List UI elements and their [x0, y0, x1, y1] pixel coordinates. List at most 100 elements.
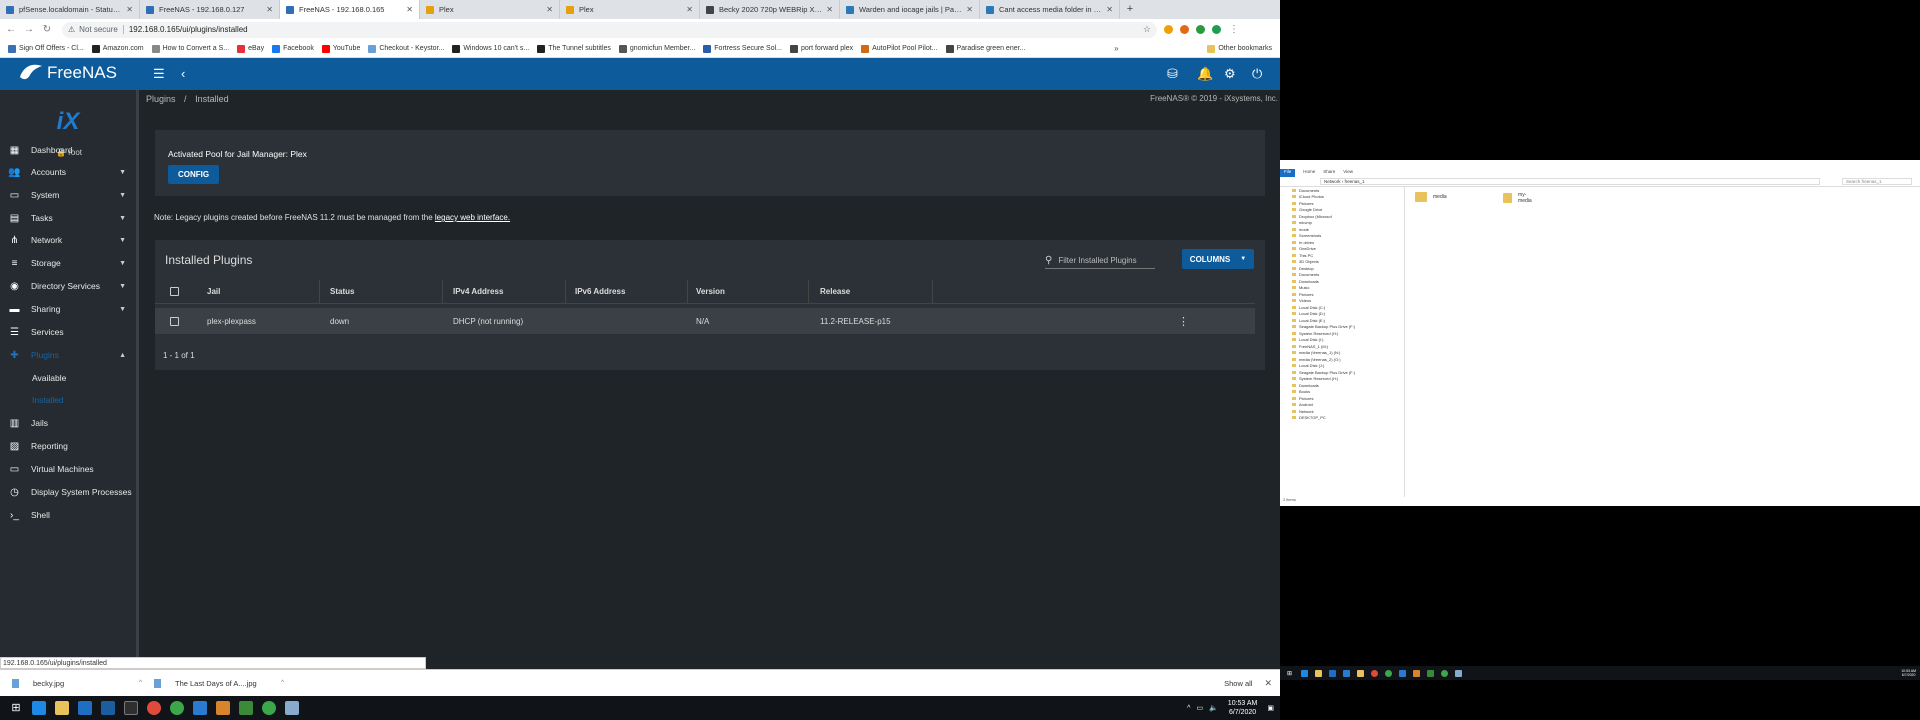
legacy-web-interface-link[interactable]: legacy web interface. [435, 213, 510, 222]
network-icon[interactable]: ▭ [1196, 704, 1203, 712]
sidebar-item-tasks[interactable]: ▤ Tasks ▼ [0, 208, 136, 228]
reload-icon[interactable]: ↻ [40, 24, 54, 35]
ribbon-tab[interactable]: Home [1303, 169, 1315, 177]
folder-item[interactable]: my-media [1503, 192, 1535, 204]
app-icon[interactable] [285, 701, 299, 715]
column-header[interactable]: Version [696, 280, 725, 303]
bookmark-item[interactable]: Checkout - Keystor... [368, 44, 444, 53]
extension-icon[interactable] [1164, 25, 1173, 34]
show-all-downloads-button[interactable]: Show all [1224, 679, 1252, 688]
bookmark-item[interactable]: How to Convert a S... [151, 44, 229, 53]
close-tab-icon[interactable]: ✕ [126, 5, 133, 14]
hamburger-menu-icon[interactable]: ☰ [153, 66, 165, 82]
bookmark-item[interactable]: Fortress Secure Sol... [703, 44, 782, 53]
sidebar-item-sharing[interactable]: ▬ Sharing ▼ [0, 299, 136, 319]
other-bookmarks[interactable]: Other bookmarks [1207, 44, 1272, 53]
freenas-logo[interactable]: FreeNAS [18, 63, 117, 83]
app-icon[interactable] [1427, 669, 1434, 677]
bookmark-item[interactable]: eBay [237, 44, 264, 53]
folder-item[interactable]: media [1415, 192, 1447, 202]
address-bar[interactable]: ⚠ Not secure 192.168.0.165/ui/plugins/in… [62, 21, 1157, 38]
bookmark-item[interactable]: Sign Off Offers - Cl... [8, 44, 84, 53]
close-tab-icon[interactable]: ✕ [1106, 5, 1113, 14]
close-tab-icon[interactable]: ✕ [406, 5, 413, 14]
chrome-icon[interactable] [147, 701, 161, 715]
app-icon[interactable] [1343, 669, 1350, 677]
config-button[interactable]: CONFIG [168, 165, 219, 184]
tray-chevron-icon[interactable]: ^ [1187, 705, 1190, 712]
extension-icon[interactable] [1196, 25, 1205, 34]
ribbon-tab[interactable]: Share [1323, 169, 1335, 177]
bookmark-item[interactable]: Paradise green ener... [945, 44, 1025, 53]
row-checkbox[interactable] [170, 308, 179, 334]
column-header[interactable]: Jail [207, 280, 220, 303]
edge-icon[interactable] [1301, 669, 1308, 677]
sidebar-item-services[interactable]: ☰ Services [0, 322, 136, 342]
browser-tab[interactable]: Becky 2020 720p WEBRip X264-A✕ [700, 0, 840, 19]
sidebar-item-reporting[interactable]: ▨ Reporting [0, 436, 136, 456]
app-icon[interactable] [216, 701, 230, 715]
app-icon[interactable] [1413, 669, 1420, 677]
bookmark-item[interactable]: YouTube [321, 44, 360, 53]
sidebar-item-network[interactable]: ⋔ Network ▼ [0, 230, 136, 250]
task-manager-icon[interactable]: ⛁ [1167, 66, 1178, 82]
notification-icon[interactable]: ▣ [1267, 704, 1274, 712]
forward-icon[interactable]: → [22, 24, 36, 35]
extension-icon[interactable] [1180, 25, 1189, 34]
browser-tab[interactable]: Plex ✕ [420, 0, 560, 19]
app-icon[interactable] [239, 701, 253, 715]
explorer-search[interactable]: Search freenas_1 [1842, 178, 1912, 185]
bookmark-item[interactable]: Amazon.com [91, 44, 144, 53]
download-item[interactable]: The Last Days of A....jpg ^ [154, 678, 284, 688]
file-explorer-icon[interactable] [55, 701, 69, 715]
bookmark-item[interactable]: The Tunnel subtitles [537, 44, 611, 53]
ribbon-tab[interactable]: File [1280, 169, 1296, 177]
edge-icon[interactable] [32, 701, 46, 715]
bookmark-item[interactable]: Facebook [272, 44, 314, 53]
notifications-bell-icon[interactable]: 🔔 [1197, 66, 1213, 82]
close-tab-icon[interactable]: ✕ [266, 5, 273, 14]
explorer-nav-item[interactable]: DESKTOP_PC [1280, 415, 1404, 422]
windows-start-icon[interactable]: ⊞ [1287, 670, 1294, 677]
sidebar-item-jails[interactable]: ▥ Jails [0, 413, 136, 433]
mail-icon[interactable] [1399, 669, 1406, 677]
column-header[interactable]: IPv6 Address [575, 280, 625, 303]
browser-tab[interactable]: Cant access media folder in fre ✕ [980, 0, 1120, 19]
app-icon[interactable] [1455, 669, 1462, 677]
chevron-up-icon[interactable]: ^ [139, 680, 142, 686]
sidebar-item-installed[interactable]: Installed [0, 390, 136, 410]
column-header[interactable]: IPv4 Address [453, 280, 503, 303]
clock[interactable]: 10:53 AM 6/7/2020 [1228, 699, 1258, 717]
sidebar-item-plugins[interactable]: ✚ Plugins ▲ [0, 345, 136, 365]
column-header[interactable]: Status [330, 280, 354, 303]
browser-tab[interactable]: Warden and iocage jails | Page 2 ✕ [840, 0, 980, 19]
app-icon[interactable] [101, 701, 115, 715]
download-item[interactable]: becky.jpg ^ [12, 678, 142, 688]
filter-plugins-input[interactable]: ⚲ Filter Installed Plugins [1045, 253, 1155, 269]
browser-tab[interactable]: Plex ✕ [560, 0, 700, 19]
breadcrumb-plugins[interactable]: Plugins [146, 94, 176, 104]
sidebar-item-system[interactable]: ▭ System ▼ [0, 185, 136, 205]
back-icon[interactable]: ← [4, 24, 18, 35]
app-icon[interactable] [1441, 669, 1448, 677]
internet-explorer-icon[interactable] [78, 701, 92, 715]
sidebar-item-shell[interactable]: ›_ Shell [0, 505, 136, 525]
bookmark-item[interactable]: port forward plex [789, 44, 853, 53]
app-icon[interactable] [124, 701, 138, 715]
shield-icon[interactable] [1212, 25, 1221, 34]
windows-start-icon[interactable]: ⊞ [9, 701, 23, 715]
close-tab-icon[interactable]: ✕ [966, 5, 973, 14]
app-icon[interactable] [1385, 669, 1392, 677]
explorer-path[interactable]: Network › freenas_1 [1320, 178, 1820, 185]
mail-icon[interactable] [193, 701, 207, 715]
sidebar-item-display-system-processes[interactable]: ◷ Display System Processes [0, 482, 136, 502]
sidebar-item-virtual-machines[interactable]: ▭ Virtual Machines [0, 459, 136, 479]
sidebar-item-available[interactable]: Available [0, 368, 136, 388]
column-header[interactable]: Release [820, 280, 850, 303]
bookmark-item[interactable]: AutoPilot Pool Pilot... [861, 44, 938, 53]
close-tab-icon[interactable]: ✕ [686, 5, 693, 14]
sidebar-scrollbar[interactable] [136, 90, 139, 657]
close-icon[interactable]: ✕ [1264, 678, 1272, 689]
sidebar-item-dashboard[interactable]: ▦ Dashboard [0, 140, 136, 160]
right-clock[interactable]: 10:53 AM 6/7/2020 [1901, 669, 1916, 677]
